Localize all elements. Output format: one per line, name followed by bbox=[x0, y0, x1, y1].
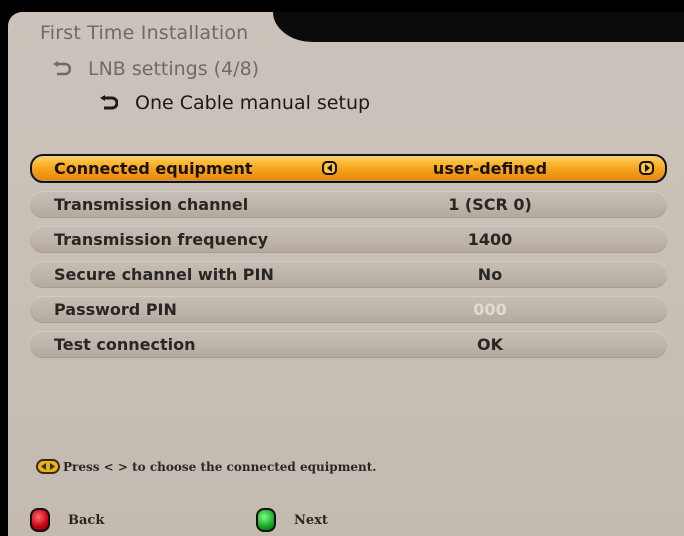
menu-row-test-connection[interactable]: Test connection OK bbox=[30, 331, 667, 358]
menu-row-label: Connected equipment bbox=[54, 159, 253, 178]
menu-row-transmission-channel[interactable]: Transmission channel 1 (SCR 0) bbox=[30, 191, 667, 218]
help-hint-text: Press < > to choose the connected equipm… bbox=[63, 459, 377, 474]
menu-row-label: Secure channel with PIN bbox=[54, 265, 274, 284]
left-arrow-icon[interactable] bbox=[322, 161, 337, 175]
menu-row-connected-equipment[interactable]: Connected equipment user-defined bbox=[30, 154, 667, 183]
menu-row-value: 1400 bbox=[467, 230, 513, 249]
menu-row-label: Test connection bbox=[54, 335, 196, 354]
menu-row-value: 1 (SCR 0) bbox=[448, 195, 532, 214]
back-button-label: Back bbox=[68, 512, 105, 528]
back-button[interactable]: Back bbox=[30, 508, 104, 532]
menu-row-label: Transmission frequency bbox=[54, 230, 269, 249]
settings-menu: Connected equipment user-defined Transmi… bbox=[30, 154, 667, 366]
right-arrow-icon[interactable] bbox=[639, 161, 654, 175]
menu-row-label: Transmission channel bbox=[54, 195, 249, 214]
menu-row-secure-channel[interactable]: Secure channel with PIN No bbox=[30, 261, 667, 288]
breadcrumb-one-cable: One Cable manual setup bbox=[97, 92, 370, 114]
menu-row-value: 000 bbox=[473, 300, 507, 319]
breadcrumb-lnb-settings-label: LNB settings (4/8) bbox=[88, 58, 260, 80]
menu-row-transmission-frequency[interactable]: Transmission frequency 1400 bbox=[30, 226, 667, 253]
menu-row-value: No bbox=[477, 265, 503, 284]
menu-row-value: user-defined bbox=[432, 159, 548, 178]
green-key-icon bbox=[256, 508, 276, 532]
left-right-keys-icon bbox=[36, 459, 60, 474]
red-key-icon bbox=[30, 508, 50, 532]
panel-tab-notch bbox=[273, 12, 684, 42]
return-arrow-icon bbox=[50, 60, 72, 78]
screen: First Time Installation LNB settings (4/… bbox=[0, 0, 684, 536]
page-title: First Time Installation bbox=[40, 22, 249, 44]
next-button[interactable]: Next bbox=[256, 508, 328, 532]
next-button-label: Next bbox=[294, 512, 328, 528]
breadcrumb-one-cable-label: One Cable manual setup bbox=[135, 92, 371, 114]
menu-row-label: Password PIN bbox=[54, 300, 177, 319]
menu-row-password-pin: Password PIN 000 bbox=[30, 296, 667, 323]
return-arrow-icon bbox=[97, 94, 119, 112]
help-hint: Press < > to choose the connected equipm… bbox=[36, 459, 376, 474]
breadcrumb-lnb-settings: LNB settings (4/8) bbox=[50, 58, 259, 80]
menu-row-value: OK bbox=[477, 335, 503, 354]
